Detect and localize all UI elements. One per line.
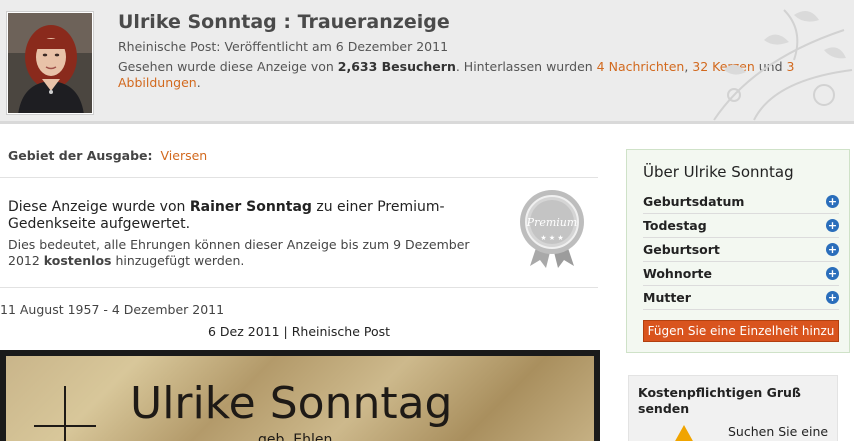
visitor-count: 2,633 Besuchern xyxy=(337,59,456,74)
seen-middle: . Hinterlassen wurden xyxy=(455,59,597,74)
plus-icon[interactable]: + xyxy=(826,219,839,232)
about-row-label: Mutter xyxy=(643,290,691,305)
notice-background: Ulrike Sonntag geb. Ehlen xyxy=(6,356,594,441)
divider xyxy=(0,177,598,178)
about-title: Über Ulrike Sonntag xyxy=(643,163,794,181)
region-info: Gebiet der Ausgabe: Viersen xyxy=(8,148,207,163)
plus-icon[interactable]: + xyxy=(826,267,839,280)
dateline-text: 6 Dez 2011 | Rheinische Post xyxy=(207,324,391,339)
premium-free: kostenlos xyxy=(43,253,112,268)
warning-icon xyxy=(675,425,693,441)
about-row-label: Wohnorte xyxy=(643,266,712,281)
premium-seal-icon: Premium ★ ★ ★ xyxy=(516,186,588,268)
greeting-title: Kostenpflichtigen Gruß senden xyxy=(638,385,801,416)
plus-icon[interactable]: + xyxy=(826,195,839,208)
cross-icon xyxy=(34,386,96,441)
obituary-notice-image[interactable]: Ulrike Sonntag geb. Ehlen xyxy=(0,350,600,441)
profile-photo xyxy=(7,12,93,114)
life-dates: 11 August 1957 - 4 Dezember 2011 xyxy=(0,302,225,317)
premium-notice: Diese Anzeige wurde von Rainer Sonntag z… xyxy=(8,199,478,233)
page-title: Ulrike Sonntag : Traueranzeige xyxy=(118,11,450,33)
period: . xyxy=(196,75,201,90)
publication-dateline: 6 Dez 2011 | Rheinische Post xyxy=(0,324,598,339)
about-row-label: Todestag xyxy=(643,218,707,233)
publication-info: Rheinische Post: Veröffentlicht am 6 Dez… xyxy=(118,39,449,54)
plus-icon[interactable]: + xyxy=(826,243,839,256)
region-link[interactable]: Viersen xyxy=(161,148,208,163)
plus-icon[interactable]: + xyxy=(826,291,839,304)
premium-details: Dies bedeutet, alle Ehrungen können dies… xyxy=(8,237,488,269)
svg-text:★ ★ ★: ★ ★ ★ xyxy=(540,234,563,242)
about-row-mother[interactable]: Mutter + xyxy=(643,286,839,310)
divider xyxy=(0,287,598,288)
about-row-label: Geburtsort xyxy=(643,242,720,257)
about-row-birthplace[interactable]: Geburtsort + xyxy=(643,238,839,262)
floral-ornament-icon xyxy=(713,9,853,121)
premium-sub-suffix: hinzugefügt werden. xyxy=(111,253,245,268)
memorial-header: Ulrike Sonntag : Traueranzeige Rheinisch… xyxy=(0,0,854,124)
paid-greeting-panel: Kostenpflichtigen Gruß senden Suchen Sie… xyxy=(628,375,838,441)
greeting-text: Suchen Sie eine xyxy=(728,424,829,439)
about-row-residences[interactable]: Wohnorte + xyxy=(643,262,839,286)
about-row-birthdate[interactable]: Geburtsdatum + xyxy=(643,190,839,214)
region-label: Gebiet der Ausgabe: xyxy=(8,148,153,163)
premium-person: Rainer Sonntag xyxy=(189,199,312,215)
about-row-label: Geburtsdatum xyxy=(643,194,745,209)
seen-prefix: Gesehen wurde diese Anzeige von xyxy=(118,59,338,74)
notice-maiden-name: geb. Ehlen xyxy=(258,432,333,441)
seal-text: Premium xyxy=(526,216,578,229)
about-row-deathdate[interactable]: Todestag + xyxy=(643,214,839,238)
messages-link[interactable]: 4 Nachrichten xyxy=(597,59,685,74)
premium-prefix: Diese Anzeige wurde von xyxy=(8,199,190,215)
notice-name: Ulrike Sonntag xyxy=(130,378,453,429)
add-detail-button[interactable]: Fügen Sie eine Einzelheit hinzu xyxy=(643,320,839,342)
about-panel: Über Ulrike Sonntag Geburtsdatum + Todes… xyxy=(626,149,850,353)
